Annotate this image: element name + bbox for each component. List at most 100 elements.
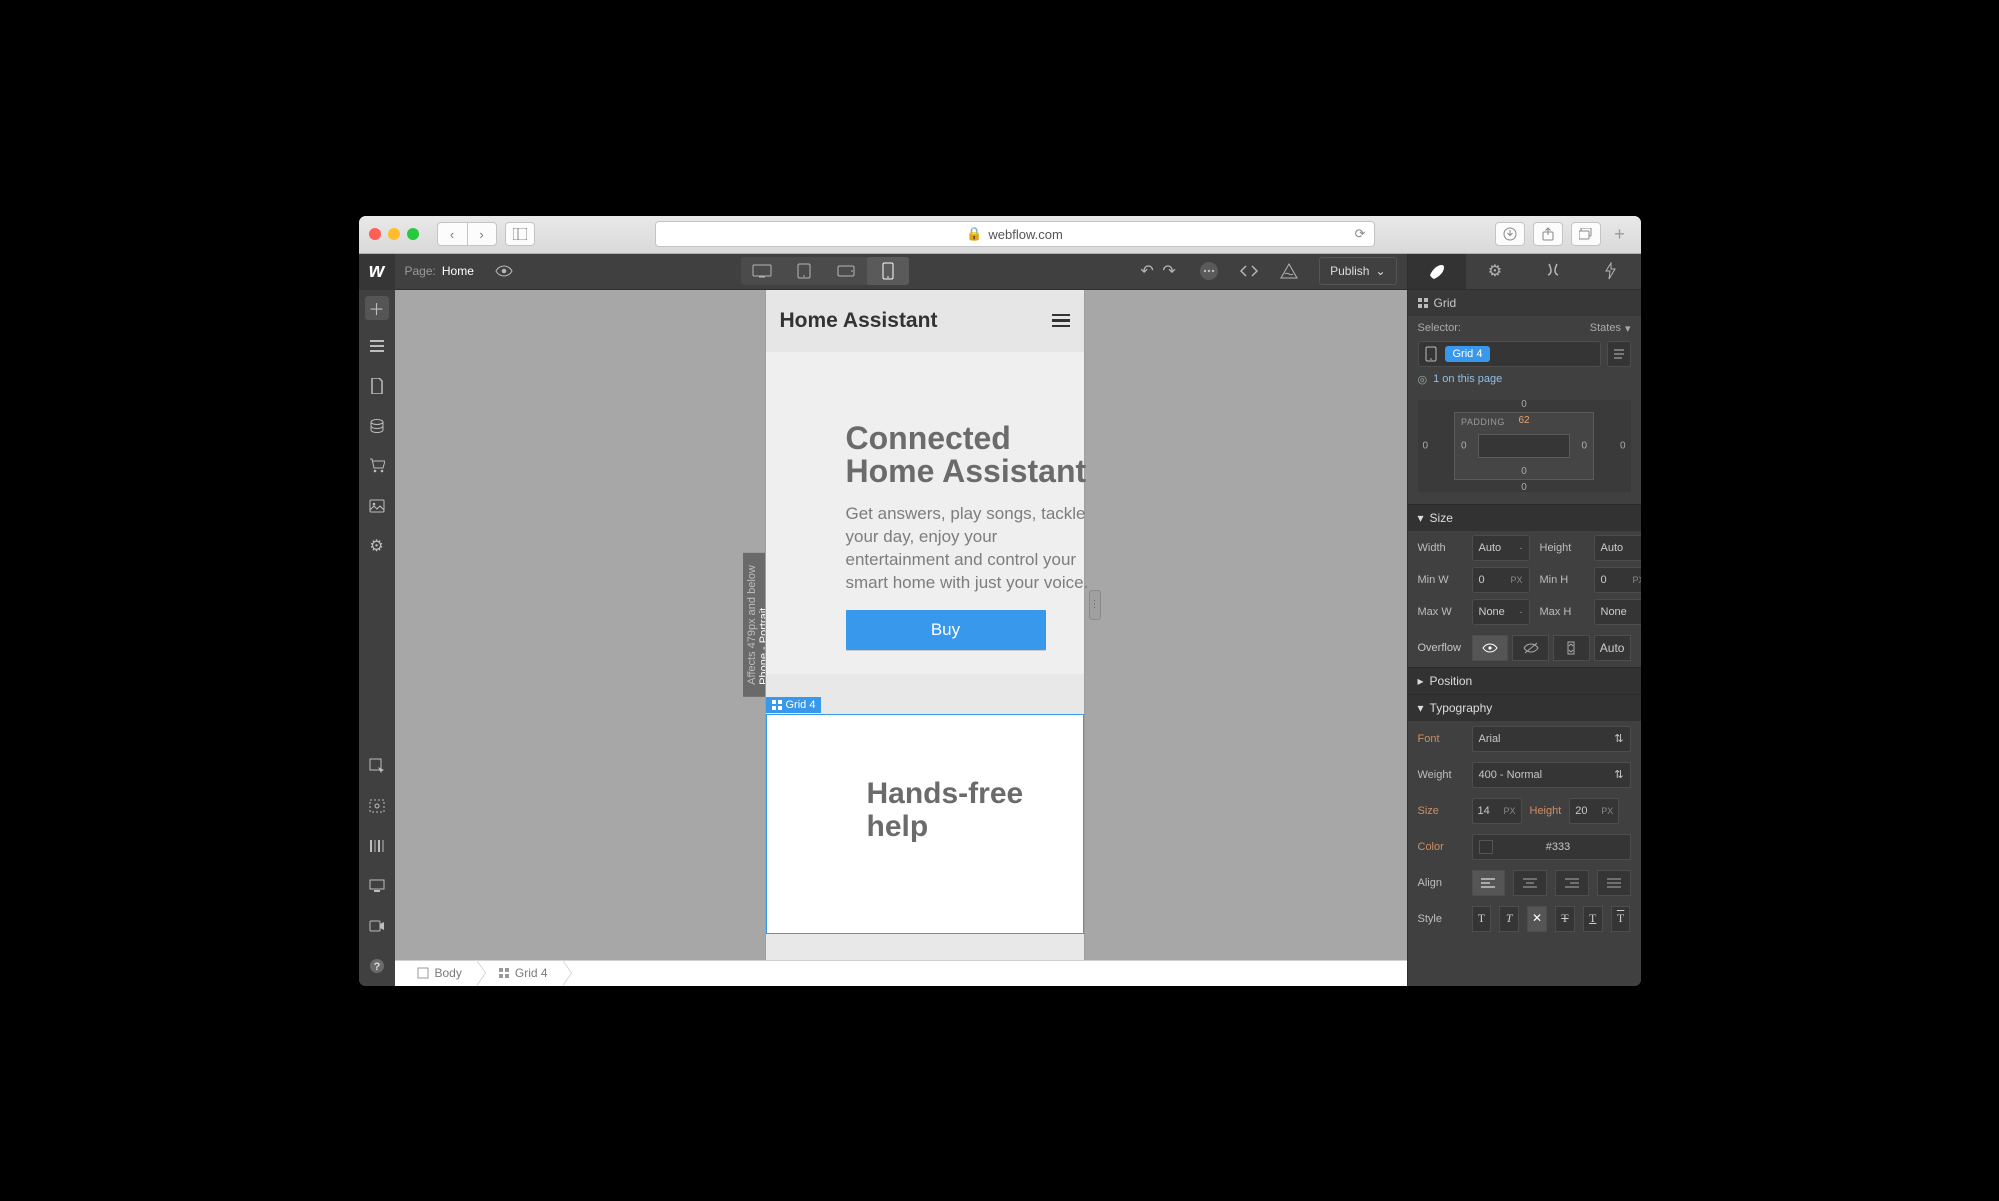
tabs-button[interactable] <box>1571 222 1601 246</box>
minh-field[interactable]: 0PX <box>1594 567 1641 593</box>
back-button[interactable]: ‹ <box>437 222 467 246</box>
chevron-right-icon: ▸ <box>1418 674 1424 688</box>
url-host: webflow.com <box>988 227 1062 242</box>
style-tab[interactable] <box>1408 254 1466 289</box>
margin-right[interactable]: 0 <box>1620 440 1626 451</box>
overflow-scroll-button[interactable] <box>1553 635 1590 661</box>
interactions-tab[interactable] <box>1524 254 1582 289</box>
publish-button[interactable]: Publish ⌄ <box>1319 257 1396 285</box>
settings-button[interactable]: ⚙ <box>363 532 391 560</box>
instances-row[interactable]: ◎1 on this page <box>1408 373 1641 392</box>
webflow-logo[interactable]: w <box>359 254 395 290</box>
padding-bottom[interactable]: 0 <box>1521 466 1527 477</box>
class-selector-field[interactable]: Grid 4 <box>1408 341 1641 373</box>
breadcrumb-grid[interactable]: Grid 4 <box>477 960 563 986</box>
hamburger-icon[interactable] <box>1052 311 1070 331</box>
sidebar-toggle-button[interactable] <box>505 222 535 246</box>
forward-button[interactable]: › <box>467 222 497 246</box>
chevron-down-icon: ⌄ <box>1375 264 1385 278</box>
width-field[interactable]: Auto- <box>1472 535 1530 561</box>
padding-right[interactable]: 0 <box>1581 440 1587 451</box>
add-element-button[interactable]: ＋ <box>365 296 389 320</box>
empty-elements-button[interactable] <box>363 872 391 900</box>
breadcrumb: Body Grid 4 <box>395 960 1407 986</box>
maxw-field[interactable]: None- <box>1472 599 1530 625</box>
xray-button[interactable] <box>363 832 391 860</box>
align-justify-button[interactable] <box>1597 870 1631 896</box>
maxh-field[interactable]: None- <box>1594 599 1641 625</box>
navigator-button[interactable] <box>363 332 391 360</box>
grid-icon <box>1418 298 1428 308</box>
buy-button[interactable]: Buy <box>846 610 1046 650</box>
url-bar[interactable]: 🔒 webflow.com ⟳ <box>655 221 1375 247</box>
line-height-field[interactable]: 20PX <box>1569 798 1619 824</box>
reload-icon[interactable]: ⟳ <box>1355 226 1366 242</box>
height-field[interactable]: Auto- <box>1594 535 1641 561</box>
font-select[interactable]: Arial⇅ <box>1472 726 1631 752</box>
minimize-window-button[interactable] <box>388 228 400 240</box>
class-pill[interactable]: Grid 4 <box>1445 346 1491 362</box>
font-size-field[interactable]: 14PX <box>1472 798 1522 824</box>
text-color-field[interactable]: #333 <box>1472 834 1631 860</box>
close-window-button[interactable] <box>369 228 381 240</box>
export-code-button[interactable] <box>1229 254 1269 290</box>
share-button[interactable] <box>1533 222 1563 246</box>
hero-section[interactable]: Connected Home Assistant Get answers, pl… <box>766 352 1084 675</box>
pages-button[interactable] <box>363 372 391 400</box>
video-tutorial-button[interactable] <box>363 912 391 940</box>
maxw-label: Max W <box>1418 606 1464 618</box>
typography-section-header[interactable]: ▾ Typography <box>1408 694 1641 721</box>
element-indicator: Grid <box>1408 290 1641 316</box>
selected-grid-section[interactable]: Grid 4 Hands-free help <box>766 714 1084 934</box>
align-right-button[interactable] <box>1555 870 1589 896</box>
overflow-visible-button[interactable] <box>1472 635 1509 661</box>
new-tab-button[interactable]: + <box>1609 222 1631 246</box>
phone-landscape-viewport-button[interactable] <box>825 257 867 285</box>
phone-portrait-viewport-button[interactable] <box>867 257 909 285</box>
settings-tab[interactable]: ⚙ <box>1466 254 1524 289</box>
text-strike-button[interactable]: T <box>1555 906 1575 932</box>
cms-button[interactable] <box>363 412 391 440</box>
text-italic-button[interactable]: T <box>1499 906 1519 932</box>
position-section-header[interactable]: ▸ Position <box>1408 667 1641 694</box>
margin-bottom[interactable]: 0 <box>1521 482 1527 493</box>
selector-menu-button[interactable] <box>1607 341 1631 367</box>
margin-left[interactable]: 0 <box>1423 440 1429 451</box>
margin-top[interactable]: 0 <box>1521 399 1527 410</box>
text-underline-button[interactable]: T <box>1583 906 1603 932</box>
weight-select[interactable]: 400 - Normal⇅ <box>1472 762 1631 788</box>
tablet-viewport-button[interactable] <box>783 257 825 285</box>
canvas-resize-handle[interactable]: ⋮ <box>1089 590 1101 620</box>
desktop-viewport-button[interactable] <box>741 257 783 285</box>
more-menu-button[interactable] <box>1189 254 1229 290</box>
breakpoint-rule: Affects 479px and below <box>746 565 758 685</box>
assets-button[interactable] <box>363 492 391 520</box>
text-decoration-none-button[interactable]: ✕ <box>1527 906 1547 932</box>
overflow-auto-button[interactable]: Auto <box>1594 635 1631 661</box>
canvas[interactable]: Affects 479px and below Phone - Portrait… <box>395 290 1407 960</box>
padding-top[interactable]: 62 <box>1518 415 1529 426</box>
element-settings-tab[interactable] <box>1582 254 1640 289</box>
align-center-button[interactable] <box>1513 870 1547 896</box>
spacing-box-model[interactable]: 0 0 0 0 PADDING 62 0 0 0 <box>1418 398 1631 494</box>
minw-field[interactable]: 0PX <box>1472 567 1530 593</box>
breadcrumb-body[interactable]: Body <box>395 960 477 986</box>
preview-eye-button[interactable] <box>484 254 524 290</box>
padding-left[interactable]: 0 <box>1461 440 1467 451</box>
ecommerce-button[interactable] <box>363 452 391 480</box>
maximize-window-button[interactable] <box>407 228 419 240</box>
size-section-header[interactable]: ▾ Size <box>1408 504 1641 531</box>
overflow-hidden-button[interactable] <box>1512 635 1549 661</box>
text-regular-button[interactable]: T <box>1472 906 1492 932</box>
text-overline-button[interactable]: T <box>1611 906 1631 932</box>
downloads-button[interactable] <box>1495 222 1525 246</box>
page-selector[interactable]: Page: Home <box>395 264 484 278</box>
states-dropdown[interactable]: States ▾ <box>1590 322 1631 335</box>
show-outlines-button[interactable] <box>363 792 391 820</box>
align-left-button[interactable] <box>1472 870 1506 896</box>
selection-badge: Grid 4 <box>766 697 822 713</box>
help-button[interactable]: ? <box>363 952 391 980</box>
redo-button[interactable]: ↷ <box>1149 254 1189 290</box>
audit-button[interactable] <box>1269 254 1309 290</box>
canvas-select-button[interactable] <box>363 752 391 780</box>
